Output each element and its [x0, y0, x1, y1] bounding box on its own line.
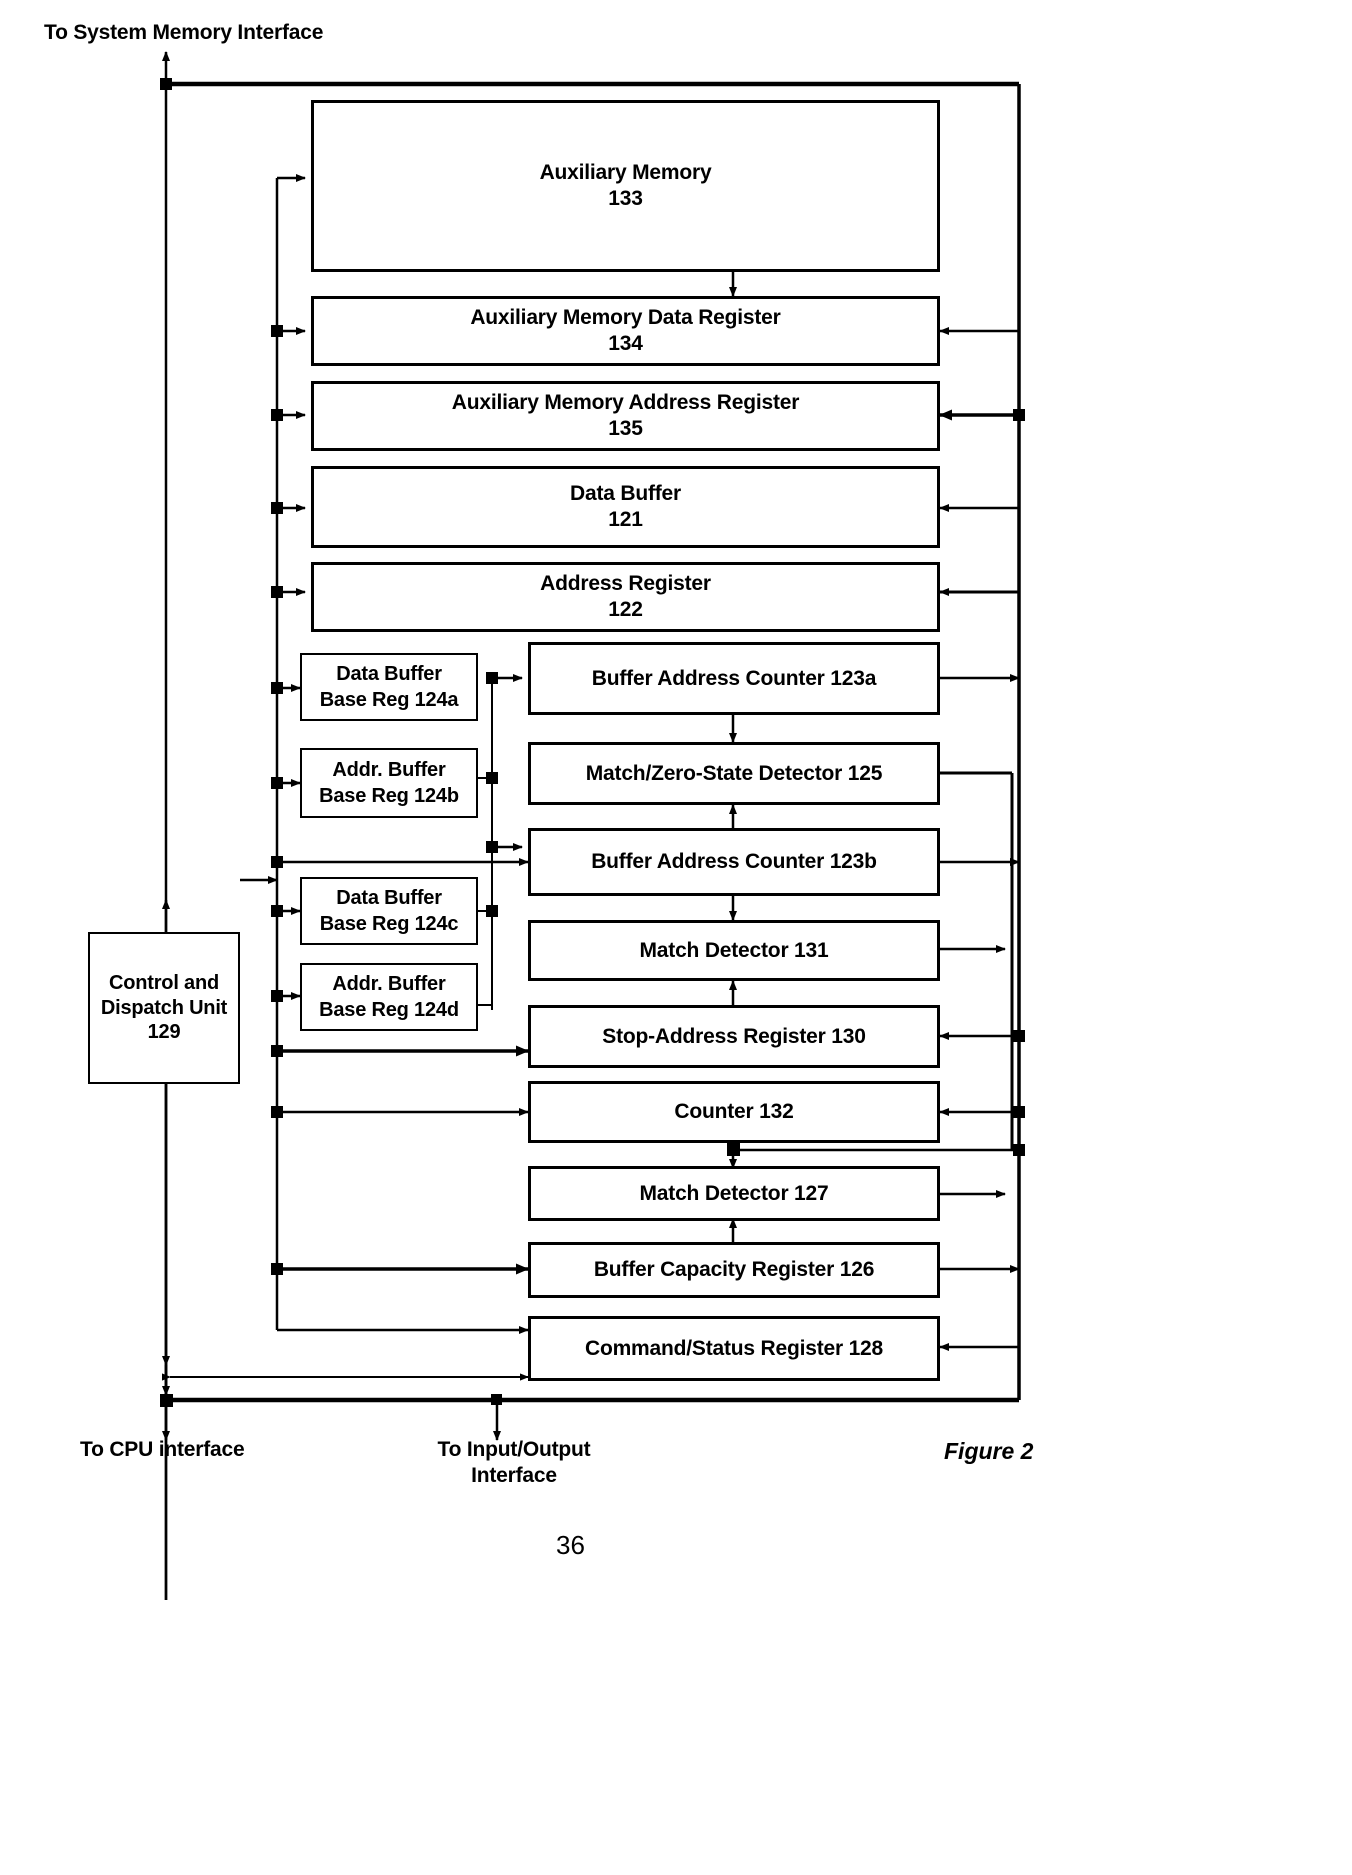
reg-line1: Addr. Buffer: [332, 759, 446, 781]
block-match-zero-state-detector-125[interactable]: Match/Zero-State Detector 125: [528, 742, 940, 805]
figure-caption: Figure 2: [944, 1438, 1034, 1464]
block-title: Buffer Address Counter 123b: [591, 850, 877, 874]
block-stop-address-register-130[interactable]: Stop-Address Register 130: [528, 1005, 940, 1068]
block-title: Buffer Address Counter 123a: [591, 666, 877, 690]
block-title: Match Detector 127: [639, 1181, 829, 1205]
block-auxiliary-memory-data-register[interactable]: Auxiliary Memory Data Register 134: [311, 296, 940, 366]
block-ref: 135: [608, 417, 643, 440]
reg-line2: Base Reg 124a: [319, 689, 459, 711]
block-title: Address Register: [540, 572, 711, 596]
block-title: Auxiliary Memory Address Register: [451, 391, 800, 415]
block-title: Command/Status Register 128: [584, 1336, 884, 1360]
block-addr-buffer-base-reg-124d[interactable]: Addr. Buffer Base Reg 124d: [300, 963, 478, 1031]
block-title: Stop-Address Register 130: [602, 1024, 866, 1048]
block-title: Buffer Capacity Register 126: [593, 1258, 875, 1282]
block-data-buffer-base-reg-124a[interactable]: Data Buffer Base Reg 124a: [300, 653, 478, 721]
block-title: Match/Zero-State Detector 125: [585, 761, 883, 785]
block-ref: 121: [608, 508, 643, 531]
block-title: Match Detector 131: [639, 938, 829, 962]
reg-line1: Data Buffer: [336, 663, 442, 685]
block-auxiliary-memory-address-register[interactable]: Auxiliary Memory Address Register 135: [311, 381, 940, 451]
block-buffer-address-counter-123b[interactable]: Buffer Address Counter 123b: [528, 828, 940, 896]
block-title: Auxiliary Memory: [539, 161, 712, 185]
block-data-buffer-base-reg-124c[interactable]: Data Buffer Base Reg 124c: [300, 877, 478, 945]
control-unit-line2: Dispatch Unit: [100, 996, 228, 1019]
block-match-detector-127[interactable]: Match Detector 127: [528, 1166, 940, 1221]
page-number: 36: [556, 1530, 585, 1560]
block-match-detector-131[interactable]: Match Detector 131: [528, 920, 940, 981]
figure-canvas: Auxiliary Memory 133 Auxiliary Memory Da…: [0, 0, 1352, 1875]
control-unit-ref: 129: [147, 1021, 181, 1044]
block-buffer-address-counter-123a[interactable]: Buffer Address Counter 123a: [528, 642, 940, 715]
reg-line1: Addr. Buffer: [332, 973, 446, 995]
block-ref: 133: [608, 187, 643, 210]
label-to-input-output-interface: To Input/Output Interface: [437, 1438, 591, 1488]
block-data-buffer[interactable]: Data Buffer 121: [311, 466, 940, 548]
block-title: Auxiliary Memory Data Register: [470, 306, 781, 330]
block-title: Data Buffer: [570, 482, 681, 506]
block-ref: 134: [608, 332, 643, 355]
block-addr-buffer-base-reg-124b[interactable]: Addr. Buffer Base Reg 124b: [300, 748, 478, 818]
block-address-register[interactable]: Address Register 122: [311, 562, 940, 632]
label-to-cpu-interface: To CPU interface: [80, 1438, 245, 1461]
label-to-system-memory-interface: To System Memory Interface: [44, 21, 324, 44]
control-unit-line1: Control and: [108, 972, 219, 995]
reg-line1: Data Buffer: [336, 887, 442, 909]
reg-line2: Base Reg 124b: [319, 785, 459, 807]
block-buffer-capacity-register-126[interactable]: Buffer Capacity Register 126: [528, 1242, 940, 1298]
block-ref: 122: [608, 598, 643, 621]
reg-line2: Base Reg 124d: [319, 999, 459, 1021]
block-title: Counter 132: [674, 1100, 794, 1124]
block-counter-132[interactable]: Counter 132: [528, 1081, 940, 1143]
block-auxiliary-memory[interactable]: Auxiliary Memory 133: [311, 100, 940, 272]
block-command-status-register-128[interactable]: Command/Status Register 128: [528, 1316, 940, 1381]
block-control-and-dispatch-unit[interactable]: Control and Dispatch Unit 129: [88, 932, 240, 1084]
reg-line2: Base Reg 124c: [319, 913, 459, 935]
